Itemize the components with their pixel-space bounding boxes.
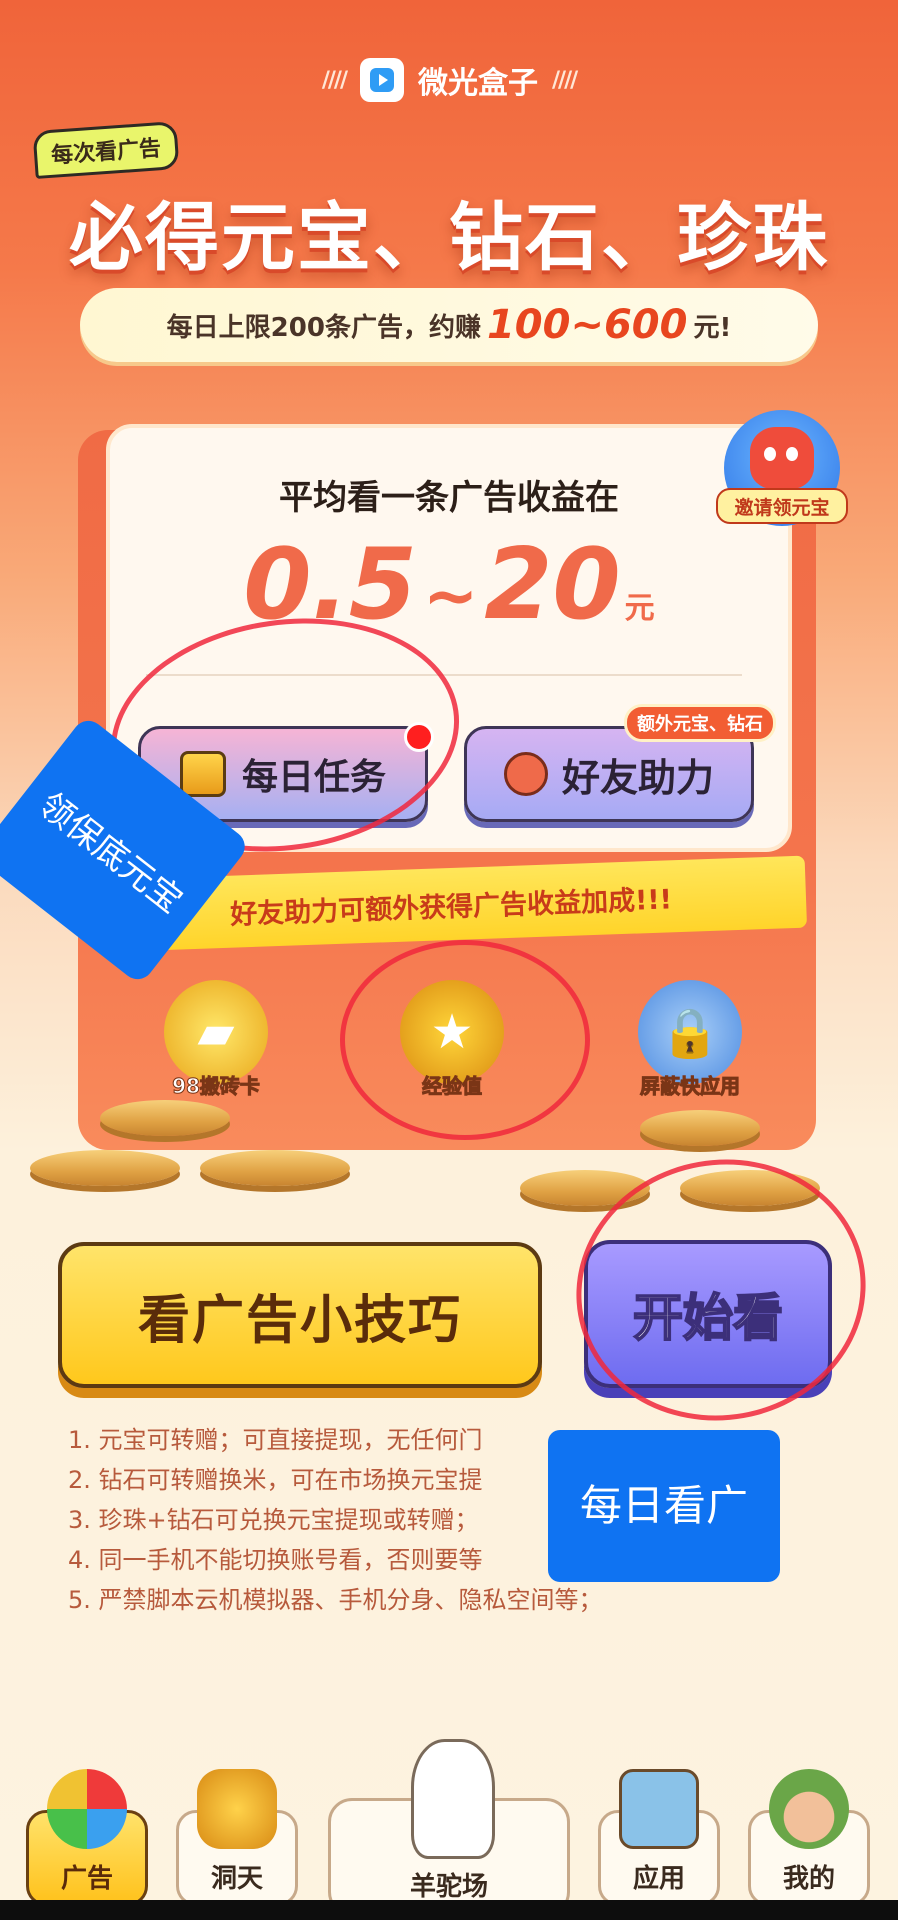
coin-decoration xyxy=(30,1150,180,1186)
feature-label: 98搬砖卡 xyxy=(172,1074,261,1099)
nav-item-alpaca[interactable]: 羊驼场 xyxy=(328,1739,570,1916)
brand-header: //// 微光盒子 //// xyxy=(0,56,898,104)
extra-reward-badge: 额外元宝、钻石 xyxy=(624,704,776,742)
mascot-icon xyxy=(503,752,548,796)
earnings-max: 20 xyxy=(484,528,621,642)
bottom-nav: 广告 洞天 羊驼场 应用 我的 xyxy=(0,1739,898,1920)
avatar-icon xyxy=(769,1769,849,1849)
nav-item-ads[interactable]: 广告 xyxy=(26,1769,148,1906)
rule-item: 5. 严禁脚本云机模拟器、手机分身、隐私空间等； xyxy=(68,1586,603,1614)
brand-name: 微光盒子 xyxy=(418,66,538,101)
play-icon xyxy=(360,58,404,102)
page-headline: 必得元宝、钻石、珍珠 xyxy=(69,195,829,281)
annotation-circle xyxy=(340,940,590,1140)
promo-tag: 每次看广告 xyxy=(32,121,180,179)
friend-help-label: 好友助力 xyxy=(561,755,714,800)
earnings-unit: 元 xyxy=(624,591,655,626)
color-wheel-icon xyxy=(47,1769,127,1849)
earnings-value: 0.5 ~ 20 元 xyxy=(106,528,792,642)
nav-label: 应用 xyxy=(632,1864,685,1894)
card-icon: ▰ xyxy=(164,980,268,1084)
limit-suffix: 元! xyxy=(693,312,732,343)
system-bar xyxy=(0,1900,898,1920)
feature-label: 屏蔽快应用 xyxy=(640,1074,741,1099)
coin-decoration xyxy=(100,1100,230,1136)
alpaca-icon xyxy=(411,1739,495,1859)
crown-shield-icon xyxy=(197,1769,277,1849)
shield-lock-icon: 🔒 xyxy=(638,980,742,1084)
daily-limit-banner: 每日上限200条广告，约赚 100~600 元! xyxy=(80,288,818,362)
nav-item-apps[interactable]: 应用 xyxy=(598,1769,720,1906)
feature-brick-card[interactable]: ▰ 98搬砖卡 xyxy=(136,980,296,1120)
limit-prefix: 每日上限200条广告，约赚 xyxy=(166,312,481,343)
overlay-note-right: 每日看广 xyxy=(548,1430,780,1582)
earnings-title: 平均看一条广告收益在 xyxy=(279,478,619,518)
coin-decoration xyxy=(640,1110,760,1146)
nav-item-me[interactable]: 我的 xyxy=(748,1769,870,1906)
decor-stripes-right: //// xyxy=(552,67,578,93)
earnings-tilde: ~ xyxy=(422,557,479,634)
nav-label: 我的 xyxy=(782,1864,835,1894)
nav-item-dongtian[interactable]: 洞天 xyxy=(176,1769,298,1906)
nav-label: 洞天 xyxy=(210,1864,263,1894)
nav-label: 广告 xyxy=(60,1864,113,1894)
ad-tips-button[interactable]: 看广告小技巧 xyxy=(58,1242,542,1388)
feature-block-apps[interactable]: 🔒 屏蔽快应用 xyxy=(610,980,770,1120)
map-icon xyxy=(619,1769,699,1849)
nav-label: 羊驼场 xyxy=(409,1872,488,1902)
limit-range: 100~600 xyxy=(486,302,688,348)
coin-decoration xyxy=(200,1150,350,1186)
decor-stripes-left: //// xyxy=(321,67,348,93)
invite-button[interactable]: 邀请领元宝 xyxy=(716,488,848,524)
